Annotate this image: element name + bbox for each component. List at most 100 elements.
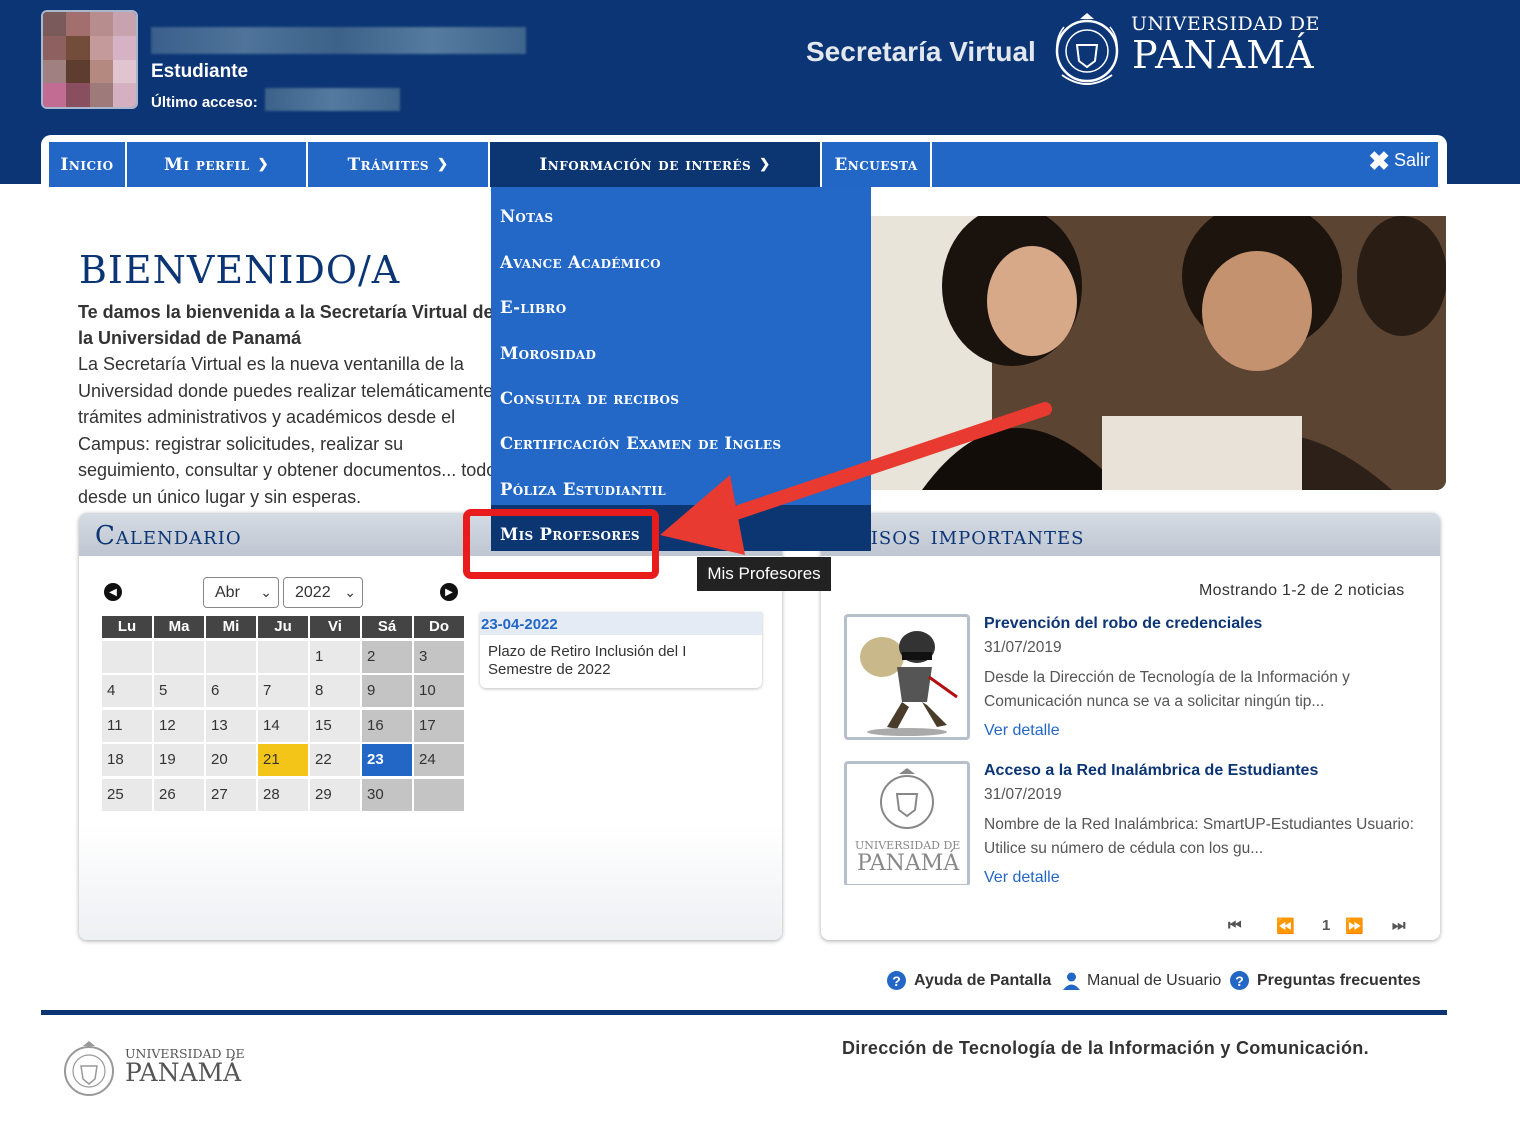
nav-tramites[interactable]: Trámites ❯ — [308, 142, 490, 187]
calendar-day[interactable]: 8 — [310, 675, 360, 707]
menu-item-e-libro[interactable]: E-libro — [500, 298, 566, 317]
last-page-button[interactable]: ⏭ — [1392, 917, 1406, 934]
news-item-title[interactable]: Prevención del robo de credenciales — [984, 615, 1262, 633]
calendar-day[interactable]: 15 — [310, 709, 360, 742]
calendar-day[interactable]: 7 — [258, 675, 308, 707]
year-select[interactable]: 2022 ⌄ — [283, 577, 363, 608]
thief-icon — [860, 631, 958, 736]
calendar-day[interactable]: 1 — [310, 640, 360, 673]
nav-informacion-label: Información de interés — [539, 154, 752, 175]
chevron-down-icon: ❯ — [257, 157, 269, 172]
chevron-down-icon: ⌄ — [260, 584, 272, 600]
news-list: Prevención del robo de credenciales 31/0… — [823, 605, 1435, 885]
menu-item-avance-academico[interactable]: Avance Académico — [500, 253, 661, 272]
calendar-day-empty — [154, 640, 204, 673]
user-icon — [1063, 972, 1080, 990]
nav-mi-perfil[interactable]: Mi perfil ❯ — [127, 142, 308, 187]
calendar-weekday-header: Mi — [206, 616, 256, 638]
first-page-button[interactable]: ⏮ — [1228, 917, 1242, 934]
next-month-button[interactable]: ▶ — [440, 583, 458, 601]
close-icon: ✖ — [1368, 145, 1390, 176]
news-thumbnail-university[interactable]: UNIVERSIDAD DE PANAMÁ — [844, 761, 970, 885]
user-manual-label: Manual de Usuario — [1087, 971, 1222, 989]
calendar-day[interactable]: 4 — [102, 675, 152, 707]
calendar-day-empty — [258, 640, 308, 673]
help-screen-link[interactable]: ? Ayuda de Pantalla — [887, 971, 1051, 990]
calendar-day[interactable]: 27 — [206, 778, 256, 811]
arrow-left-icon: ◀ — [109, 586, 117, 598]
app-title: Secretaría Virtual — [806, 36, 1036, 67]
month-select[interactable]: Abr ⌄ — [203, 577, 279, 608]
calendar-day[interactable]: 20 — [206, 744, 256, 776]
calendar-day[interactable]: 17 — [414, 709, 464, 742]
news-thumbnail-thief[interactable] — [844, 614, 970, 740]
next-page-button[interactable]: ⏩ — [1345, 917, 1364, 935]
nav-encuesta-label: Encuesta — [834, 154, 918, 175]
rewind-icon: ⏪ — [1276, 918, 1295, 935]
calendar-event[interactable]: 23-04-2022 Plazo de Retiro Inclusión del… — [480, 612, 762, 688]
faq-link[interactable]: ? Preguntas frecuentes — [1230, 971, 1421, 990]
news-item: Prevención del robo de credenciales 31/0… — [823, 605, 1435, 745]
calendar-day[interactable]: 26 — [154, 778, 204, 811]
calendar-day[interactable]: 21 — [258, 744, 308, 776]
calendar-day[interactable]: 16 — [362, 709, 412, 742]
news-item-link[interactable]: Ver detalle — [984, 722, 1060, 740]
logout-button[interactable]: ✖ Salir — [1368, 145, 1430, 176]
calendar-grid: Lu Ma Mi Ju Vi Sá Do 1 2 3 4 5 6 7 8 9 10 11 12 13 14 15 16 17 1… — [102, 616, 466, 813]
user-manual-link[interactable]: Manual de Usuario — [1062, 971, 1221, 990]
nav-inicio-label: Inicio — [60, 154, 114, 175]
calendar-weekday-header: Sá — [362, 616, 412, 638]
calendar-day[interactable]: 12 — [154, 709, 204, 742]
university-seal-logo — [64, 1041, 114, 1096]
calendar-day-empty — [102, 640, 152, 673]
calendar-day[interactable]: 28 — [258, 778, 308, 811]
help-screen-label: Ayuda de Pantalla — [914, 971, 1052, 989]
chevron-down-icon: ❯ — [437, 157, 449, 172]
main-nav: Inicio Mi perfil ❯ Trámites ❯ Información … — [49, 142, 1438, 187]
footer-text: Dirección de Tecnología de la Informació… — [842, 1038, 1369, 1058]
news-item-link[interactable]: Ver detalle — [984, 869, 1060, 885]
prev-page-button[interactable]: ⏪ — [1276, 917, 1295, 935]
avatar — [41, 10, 138, 109]
calendar-day[interactable]: 11 — [102, 709, 152, 742]
calendar-weekday-header: Do — [414, 616, 464, 638]
calendar-week-row: 4 5 6 7 8 9 10 — [102, 675, 466, 710]
question-icon: ? — [887, 971, 906, 990]
calendar-day[interactable]: 24 — [414, 744, 464, 776]
menu-item-notas[interactable]: Notas — [500, 207, 553, 226]
calendar-day[interactable]: 22 — [310, 744, 360, 776]
calendar-day[interactable]: 18 — [102, 744, 152, 776]
news-item-date: 31/07/2019 — [984, 639, 1062, 656]
news-item-title[interactable]: Acceso a la Red Inalámbrica de Estudiant… — [984, 762, 1318, 780]
calendar-day[interactable]: 2 — [362, 640, 412, 673]
welcome-lead: Te damos la bienvenida a la Secretaría V… — [78, 302, 494, 348]
logout-label: Salir — [1393, 150, 1430, 170]
calendar-day[interactable]: 19 — [154, 744, 204, 776]
menu-item-morosidad[interactable]: Morosidad — [500, 344, 596, 363]
faq-label: Preguntas frecuentes — [1257, 971, 1421, 989]
calendar-week-row: 25 26 27 28 29 30 — [102, 778, 466, 814]
calendar-day[interactable]: 29 — [310, 778, 360, 811]
calendar-day[interactable]: 5 — [154, 675, 204, 707]
nav-encuesta[interactable]: Encuesta — [822, 142, 932, 187]
calendar-day[interactable]: 23 — [362, 744, 412, 776]
footer-univ-big: PANAMÁ — [125, 1058, 242, 1087]
calendar-weekday-row: Lu Ma Mi Ju Vi Sá Do — [102, 616, 466, 641]
calendar-week-row: 123 — [102, 640, 466, 676]
calendar-weekday-header: Vi — [310, 616, 360, 638]
calendar-day[interactable]: 13 — [206, 709, 256, 742]
calendar-day[interactable]: 30 — [362, 778, 412, 811]
calendar-day[interactable]: 3 — [414, 640, 464, 673]
last-access-label: Último acceso: — [151, 94, 258, 111]
prev-month-button[interactable]: ◀ — [104, 583, 122, 601]
nav-inicio[interactable]: Inicio — [49, 142, 127, 187]
university-name-small: UNIVERSIDAD DE — [1131, 13, 1320, 35]
calendar-day[interactable]: 9 — [362, 675, 412, 707]
calendar-day[interactable]: 14 — [258, 709, 308, 742]
fast-forward-icon: ⏩ — [1345, 918, 1364, 935]
calendar-day[interactable]: 10 — [414, 675, 464, 707]
thumb-univ-big: PANAMÁ — [857, 851, 960, 876]
calendar-day[interactable]: 25 — [102, 778, 152, 811]
calendar-day[interactable]: 6 — [206, 675, 256, 707]
nav-informacion-de-interes[interactable]: Información de interés ❯ — [490, 142, 822, 187]
